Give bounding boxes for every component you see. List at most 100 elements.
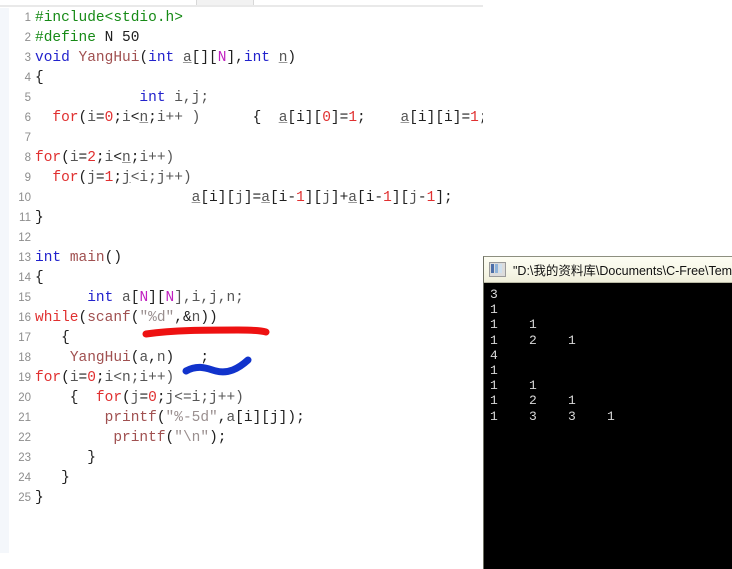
editor-tab-strip[interactable] <box>0 0 483 8</box>
code-token: [i][j]); <box>235 410 305 426</box>
line-number: 19 <box>18 372 31 384</box>
line-number: 6 <box>24 112 31 124</box>
console-output-line: 1 1 <box>490 317 537 333</box>
code-token: { <box>35 390 96 406</box>
code-line[interactable]: 20 { for(j=0;j<=i;j++) <box>9 388 483 408</box>
code-line-text: { <box>35 270 44 286</box>
program-output-console-window[interactable]: "D:\我的资料库\Documents\C-Free\Tem 311 11 2 … <box>483 256 732 569</box>
code-token: 1 <box>470 110 479 126</box>
code-token: ; <box>156 390 166 406</box>
code-token: ; <box>95 150 105 166</box>
code-token: i++) <box>139 150 175 166</box>
code-line[interactable]: 3 void YangHui(int a[][N],int n) <box>9 48 483 68</box>
code-line[interactable]: 5 int i,j; <box>9 88 483 108</box>
code-line[interactable]: 23 } <box>9 448 483 468</box>
code-token: for <box>35 370 62 386</box>
code-line[interactable]: 14 { <box>9 268 483 288</box>
code-token: ( <box>78 310 88 326</box>
code-token: ( <box>139 50 149 66</box>
code-line-text: #define N 50 <box>35 30 139 46</box>
code-line-text: for(j=1;j<i;j++) <box>35 170 191 186</box>
code-line[interactable]: 2 #define N 50 <box>9 28 483 48</box>
code-token: ; <box>148 110 157 126</box>
code-token: ; <box>113 110 123 126</box>
code-line[interactable]: 18 YangHui(a,n) ; <box>9 348 483 368</box>
code-token: ,& <box>174 310 192 326</box>
code-token: ; <box>113 170 123 186</box>
code-line[interactable]: 25} <box>9 488 483 508</box>
code-line[interactable]: 11} <box>9 208 483 228</box>
code-token: { <box>35 330 70 346</box>
code-token: <=i;j++) <box>174 390 244 406</box>
tab-strip-underline <box>0 5 483 7</box>
code-token: int <box>243 50 270 66</box>
code-token: ]; <box>435 190 453 206</box>
code-token: ) <box>287 50 297 66</box>
code-token: j <box>165 390 175 406</box>
code-editor-pane[interactable]: 1 #include<stdio.h> 2 #define N 50 3 void Yan… <box>0 0 483 553</box>
code-token: = <box>95 170 105 186</box>
code-token: ( <box>122 390 131 406</box>
code-line[interactable]: 21 printf("%-5d",a[i][j]); <box>9 408 483 428</box>
code-line[interactable]: 15 int a[N][N],i,j,n; <box>9 288 483 308</box>
code-token: int <box>35 250 62 266</box>
code-token: = <box>78 150 88 166</box>
code-token: void <box>35 50 70 66</box>
code-token: ], <box>226 50 244 66</box>
line-number: 18 <box>18 352 31 364</box>
code-line[interactable]: 4{ <box>9 68 483 88</box>
code-token: ) ; <box>165 350 210 366</box>
code-token: = <box>95 110 105 126</box>
code-line[interactable]: 19 for(i=0;i<n;i++) <box>9 368 483 388</box>
code-token: for <box>52 170 79 186</box>
console-output-line: 1 <box>490 363 498 379</box>
code-token: [i][ <box>200 190 236 206</box>
line-number: 3 <box>24 52 31 64</box>
code-token: j <box>322 190 331 206</box>
code-line[interactable]: 8 for(i=2;i<n;i++) <box>9 148 483 168</box>
code-line[interactable]: 9 for(j=1;j<i;j++) <box>9 168 483 188</box>
code-token: = <box>139 390 149 406</box>
code-token: ; <box>95 370 105 386</box>
code-token: )) <box>200 310 218 326</box>
code-line[interactable]: 1 #include<stdio.h> <box>9 8 483 28</box>
code-line-text: { for(j=0;j<=i;j++) <box>35 390 244 406</box>
code-token: N <box>165 290 175 306</box>
code-line[interactable]: 12 <box>9 228 483 248</box>
console-output-area[interactable]: 311 11 2 1411 11 2 11 3 3 1 <box>484 283 732 569</box>
code-line[interactable]: 7 <box>9 128 483 148</box>
code-token: 1 <box>348 110 358 126</box>
code-line[interactable]: 16 while(scanf("%d",&n)) <box>9 308 483 328</box>
code-token: j <box>235 190 244 206</box>
code-text-area[interactable]: 1 #include<stdio.h> 2 #define N 50 3 void Yan… <box>9 8 483 553</box>
code-line[interactable]: 24 } <box>9 468 483 488</box>
code-line[interactable]: 6 for(i=0;i<n;i++ ) { a[i][0]=1; a[i][i]… <box>9 108 483 128</box>
console-output-line: 1 1 <box>490 378 537 394</box>
code-token: a <box>348 190 357 206</box>
code-token: } <box>35 490 44 506</box>
code-token: a <box>261 190 270 206</box>
line-number: 5 <box>24 92 31 104</box>
code-token: { <box>200 110 279 126</box>
code-token: j <box>87 170 96 186</box>
code-line[interactable]: 13 int main() <box>9 248 483 268</box>
code-token: j <box>122 170 131 186</box>
code-line[interactable]: 10 a[i][j]=a[i-1][j]+a[i-1][j-1]; <box>9 188 483 208</box>
code-line[interactable]: 22 printf("\n"); <box>9 428 483 448</box>
code-token: - <box>417 190 427 206</box>
code-line[interactable]: 17 { <box>9 328 483 348</box>
console-title-bar[interactable]: "D:\我的资料库\Documents\C-Free\Tem <box>484 257 732 283</box>
line-number: 1 <box>24 12 31 24</box>
line-number: 11 <box>19 212 31 224</box>
code-line-text: int a[N][N],i,j,n; <box>35 290 244 306</box>
code-token: ][ <box>391 190 410 206</box>
